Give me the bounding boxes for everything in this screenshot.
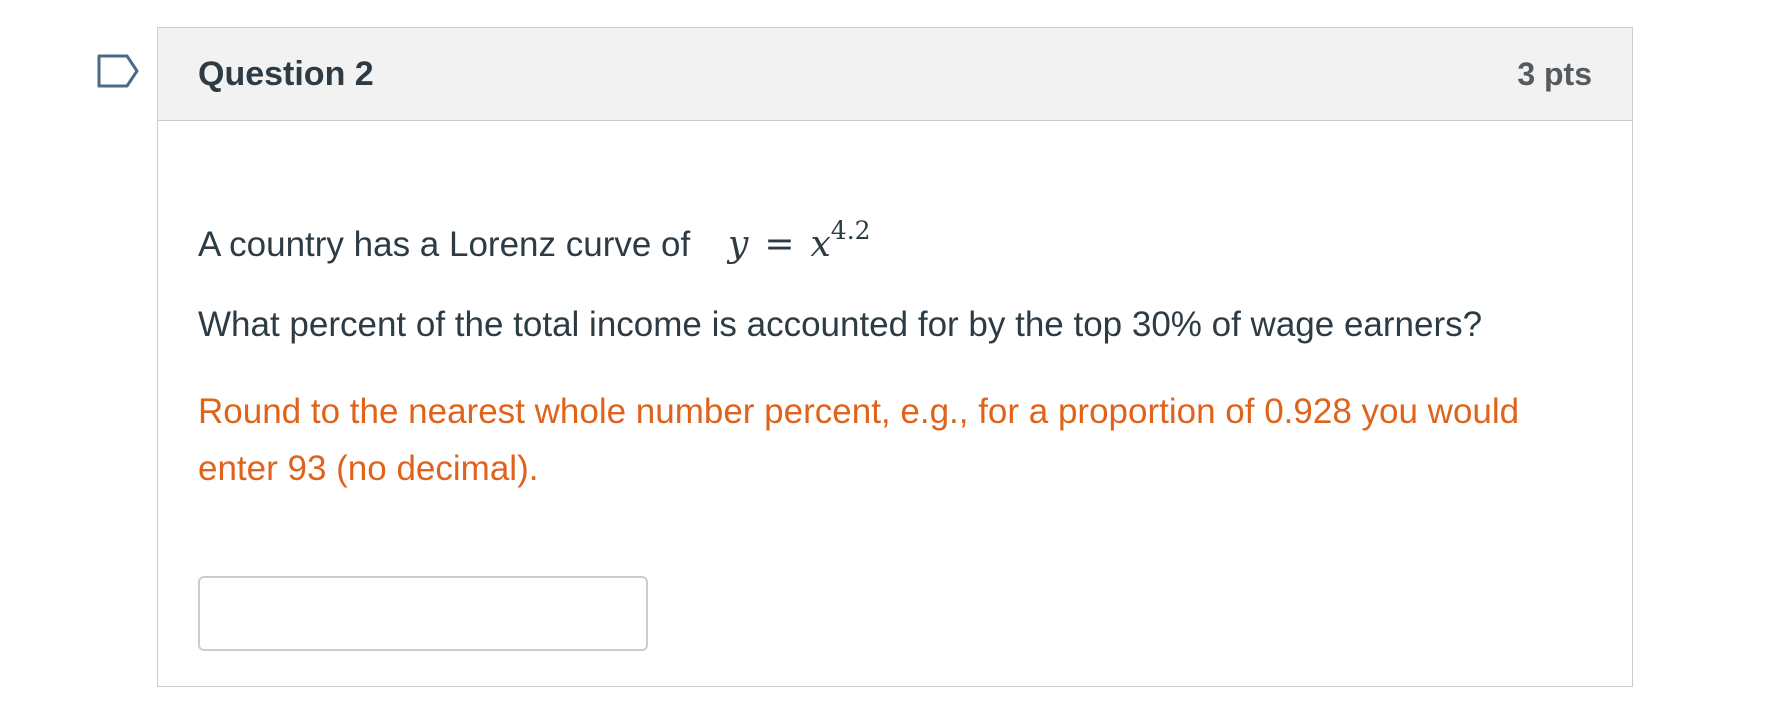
math-equals: = <box>764 224 795 265</box>
rounding-instruction: Round to the nearest whole number percen… <box>198 392 1520 488</box>
flag-question-icon[interactable] <box>97 54 141 88</box>
math-exponent: 4.2 <box>830 216 871 245</box>
lorenz-equation: y = x4.2 <box>727 216 871 265</box>
question-text: A country has a Lorenz curve of <box>198 225 691 264</box>
math-lhs: y <box>727 224 749 265</box>
answer-input[interactable] <box>198 576 648 651</box>
question-header: Question 2 3 pts <box>158 28 1632 121</box>
question-title: Question 2 <box>198 54 374 93</box>
math-base: x <box>810 224 831 265</box>
question-card: Question 2 3 pts A country has a Lorenz … <box>157 27 1633 687</box>
question-body: A country has a Lorenz curve of y = x4.2 W… <box>158 213 1632 651</box>
question-prompt: What percent of the total income is acco… <box>198 305 1483 344</box>
question-text-line1: A country has a Lorenz curve of y = x4.2 <box>198 213 1592 267</box>
question-points: 3 pts <box>1517 55 1592 92</box>
